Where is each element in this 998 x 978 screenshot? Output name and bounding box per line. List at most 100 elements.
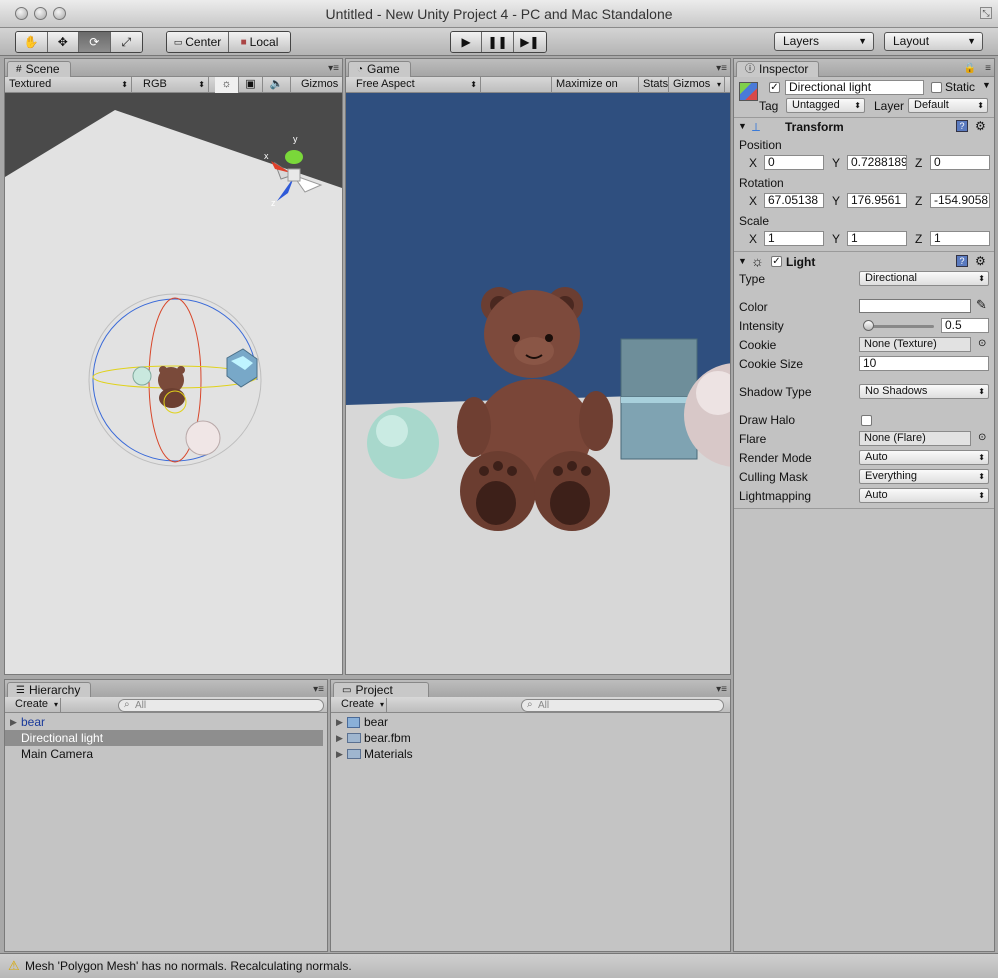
- flare-object-field[interactable]: None (Flare): [859, 431, 971, 446]
- chevron-down-icon: ▾: [54, 700, 59, 709]
- expand-arrow-icon[interactable]: ▶: [10, 714, 17, 730]
- play-button[interactable]: ▶: [451, 32, 483, 52]
- project-create-button[interactable]: Create ▾: [335, 698, 388, 712]
- game-viewport[interactable]: [346, 93, 730, 674]
- scene-gizmos-dropdown[interactable]: Gizmos: [297, 77, 342, 93]
- project-item-bear[interactable]: ▶ bear: [331, 714, 730, 730]
- move-tool-button[interactable]: ✥: [47, 32, 79, 52]
- position-y-field[interactable]: 0.7288189: [847, 155, 907, 170]
- foldout-arrow-icon[interactable]: ▼: [738, 121, 747, 131]
- scene-audio-toggle[interactable]: 🔈: [263, 77, 291, 93]
- scale-z-field[interactable]: 1: [930, 231, 990, 246]
- rotate-tool-button[interactable]: ⟳: [79, 32, 111, 52]
- rotation-x-field[interactable]: 67.05138: [764, 193, 824, 208]
- expand-arrow-icon[interactable]: ▶: [336, 730, 343, 746]
- sun-icon: ☼: [221, 78, 232, 90]
- updown-arrow-icon: ⬍: [198, 80, 205, 89]
- tab-hierarchy[interactable]: ☰ Hierarchy: [7, 682, 92, 698]
- intensity-slider-track[interactable]: [864, 325, 934, 328]
- position-z-field[interactable]: 0: [930, 155, 990, 170]
- hierarchy-create-button[interactable]: Create ▾: [9, 698, 62, 712]
- aspect-dropdown[interactable]: Free Aspect ⬍: [352, 77, 481, 93]
- render-mode-dropdown[interactable]: Textured ⬍: [5, 77, 132, 93]
- shadow-type-dropdown[interactable]: No Shadows ⬍: [859, 384, 989, 399]
- axis-x-label: x: [264, 151, 269, 161]
- scene-lighting-toggle[interactable]: ☼: [215, 77, 239, 93]
- project-search-input[interactable]: ⌕ All: [521, 699, 724, 712]
- help-icon[interactable]: ?: [956, 255, 968, 267]
- scale-x-field[interactable]: 1: [764, 231, 824, 246]
- light-type-dropdown[interactable]: Directional ⬍: [859, 271, 989, 286]
- updown-arrow-icon: ⬍: [854, 101, 861, 110]
- render-mode-select[interactable]: Auto ⬍: [859, 450, 989, 465]
- hierarchy-item-directional-light[interactable]: Directional light: [5, 730, 323, 746]
- rotation-z-field[interactable]: -154.9058: [930, 193, 990, 208]
- rotation-y-field[interactable]: 176.9561: [847, 193, 907, 208]
- panel-menu-icon[interactable]: ▾≡: [716, 684, 727, 695]
- tag-dropdown[interactable]: Untagged ⬍: [786, 98, 865, 113]
- scene-fx-toggle[interactable]: ▣: [239, 77, 263, 93]
- help-icon[interactable]: ?: [956, 120, 968, 132]
- layout-dropdown[interactable]: Layout ▼: [884, 32, 983, 51]
- chevron-down-icon[interactable]: ▼: [982, 80, 991, 90]
- gear-icon[interactable]: ⚙: [975, 119, 986, 133]
- panel-menu-icon[interactable]: ≡: [985, 63, 991, 74]
- culling-mask-dropdown[interactable]: Everything ⬍: [859, 469, 989, 484]
- pivot-local-button[interactable]: ■ Local: [229, 32, 290, 52]
- hierarchy-search-input[interactable]: ⌕ All: [118, 699, 324, 712]
- expand-arrow-icon[interactable]: ▶: [336, 714, 343, 730]
- lock-icon[interactable]: 🔒: [964, 63, 976, 74]
- light-enabled-checkbox[interactable]: ✓: [771, 256, 782, 267]
- step-button[interactable]: ▶❚: [513, 32, 546, 52]
- stats-toggle[interactable]: Stats: [639, 77, 669, 93]
- hierarchy-item-main-camera[interactable]: Main Camera: [5, 746, 327, 762]
- scale-icon: ⤢: [121, 34, 132, 49]
- project-item-bear-fbm[interactable]: ▶ bear.fbm: [331, 730, 730, 746]
- draw-halo-checkbox[interactable]: [861, 415, 872, 426]
- pivot-center-button[interactable]: ▭ Center: [167, 32, 229, 52]
- cookie-size-field[interactable]: 10: [859, 356, 989, 371]
- game-small-sphere[interactable]: [367, 407, 439, 479]
- panel-menu-icon[interactable]: ▾≡: [328, 63, 339, 74]
- tab-project[interactable]: ▭ Project: [333, 682, 429, 698]
- object-picker-icon[interactable]: ⊙: [978, 432, 986, 443]
- intensity-field[interactable]: 0.5: [941, 318, 989, 333]
- expand-arrow-icon[interactable]: ▶: [336, 746, 343, 762]
- panel-menu-icon[interactable]: ▾≡: [716, 63, 727, 74]
- eyedropper-icon[interactable]: ✎: [976, 297, 987, 313]
- game-cubes[interactable]: [620, 338, 698, 460]
- light-color-swatch[interactable]: [859, 299, 971, 313]
- pause-button[interactable]: ❚❚: [482, 32, 514, 52]
- scene-viewport[interactable]: y x z: [5, 93, 342, 674]
- render-mode-label: Textured: [9, 78, 52, 90]
- game-gizmos-dropdown[interactable]: Gizmos ▾: [669, 77, 725, 93]
- tab-scene[interactable]: # Scene: [7, 61, 71, 77]
- tab-game[interactable]: ◔ Game: [348, 61, 411, 77]
- object-picker-icon[interactable]: ⊙: [978, 338, 986, 349]
- object-name-field[interactable]: Directional light: [785, 80, 924, 95]
- cookie-object-field[interactable]: None (Texture): [859, 337, 971, 352]
- position-x-field[interactable]: 0: [764, 155, 824, 170]
- project-item-materials[interactable]: ▶ Materials: [331, 746, 730, 762]
- layer-dropdown[interactable]: Default ⬍: [908, 98, 988, 113]
- hand-tool-button[interactable]: ✋: [16, 32, 48, 52]
- fullscreen-icon[interactable]: ⤡: [980, 7, 992, 19]
- panel-menu-icon[interactable]: ▾≡: [313, 684, 324, 695]
- tab-inspector[interactable]: ⓘ Inspector: [736, 61, 820, 77]
- hierarchy-item-bear[interactable]: ▶ bear: [5, 714, 327, 730]
- image-icon: ▣: [245, 78, 256, 90]
- intensity-slider-thumb[interactable]: [863, 320, 875, 331]
- gear-icon[interactable]: ⚙: [975, 254, 986, 268]
- scene-large-sphere[interactable]: [185, 420, 221, 456]
- scale-y-field[interactable]: 1: [847, 231, 907, 246]
- color-mode-dropdown[interactable]: RGB ⬍: [139, 77, 209, 93]
- static-checkbox[interactable]: [931, 82, 942, 93]
- foldout-arrow-icon[interactable]: ▼: [738, 256, 747, 266]
- layers-dropdown[interactable]: Layers ▼: [774, 32, 874, 51]
- active-checkbox[interactable]: ✓: [769, 82, 780, 93]
- status-bar[interactable]: ⚠ Mesh 'Polygon Mesh' has no normals. Re…: [0, 953, 998, 978]
- scene-small-sphere[interactable]: [132, 366, 152, 386]
- lightmapping-dropdown[interactable]: Auto ⬍: [859, 488, 989, 503]
- maximize-on-play-toggle[interactable]: Maximize on Play: [551, 77, 639, 105]
- scale-tool-button[interactable]: ⤢: [110, 32, 142, 52]
